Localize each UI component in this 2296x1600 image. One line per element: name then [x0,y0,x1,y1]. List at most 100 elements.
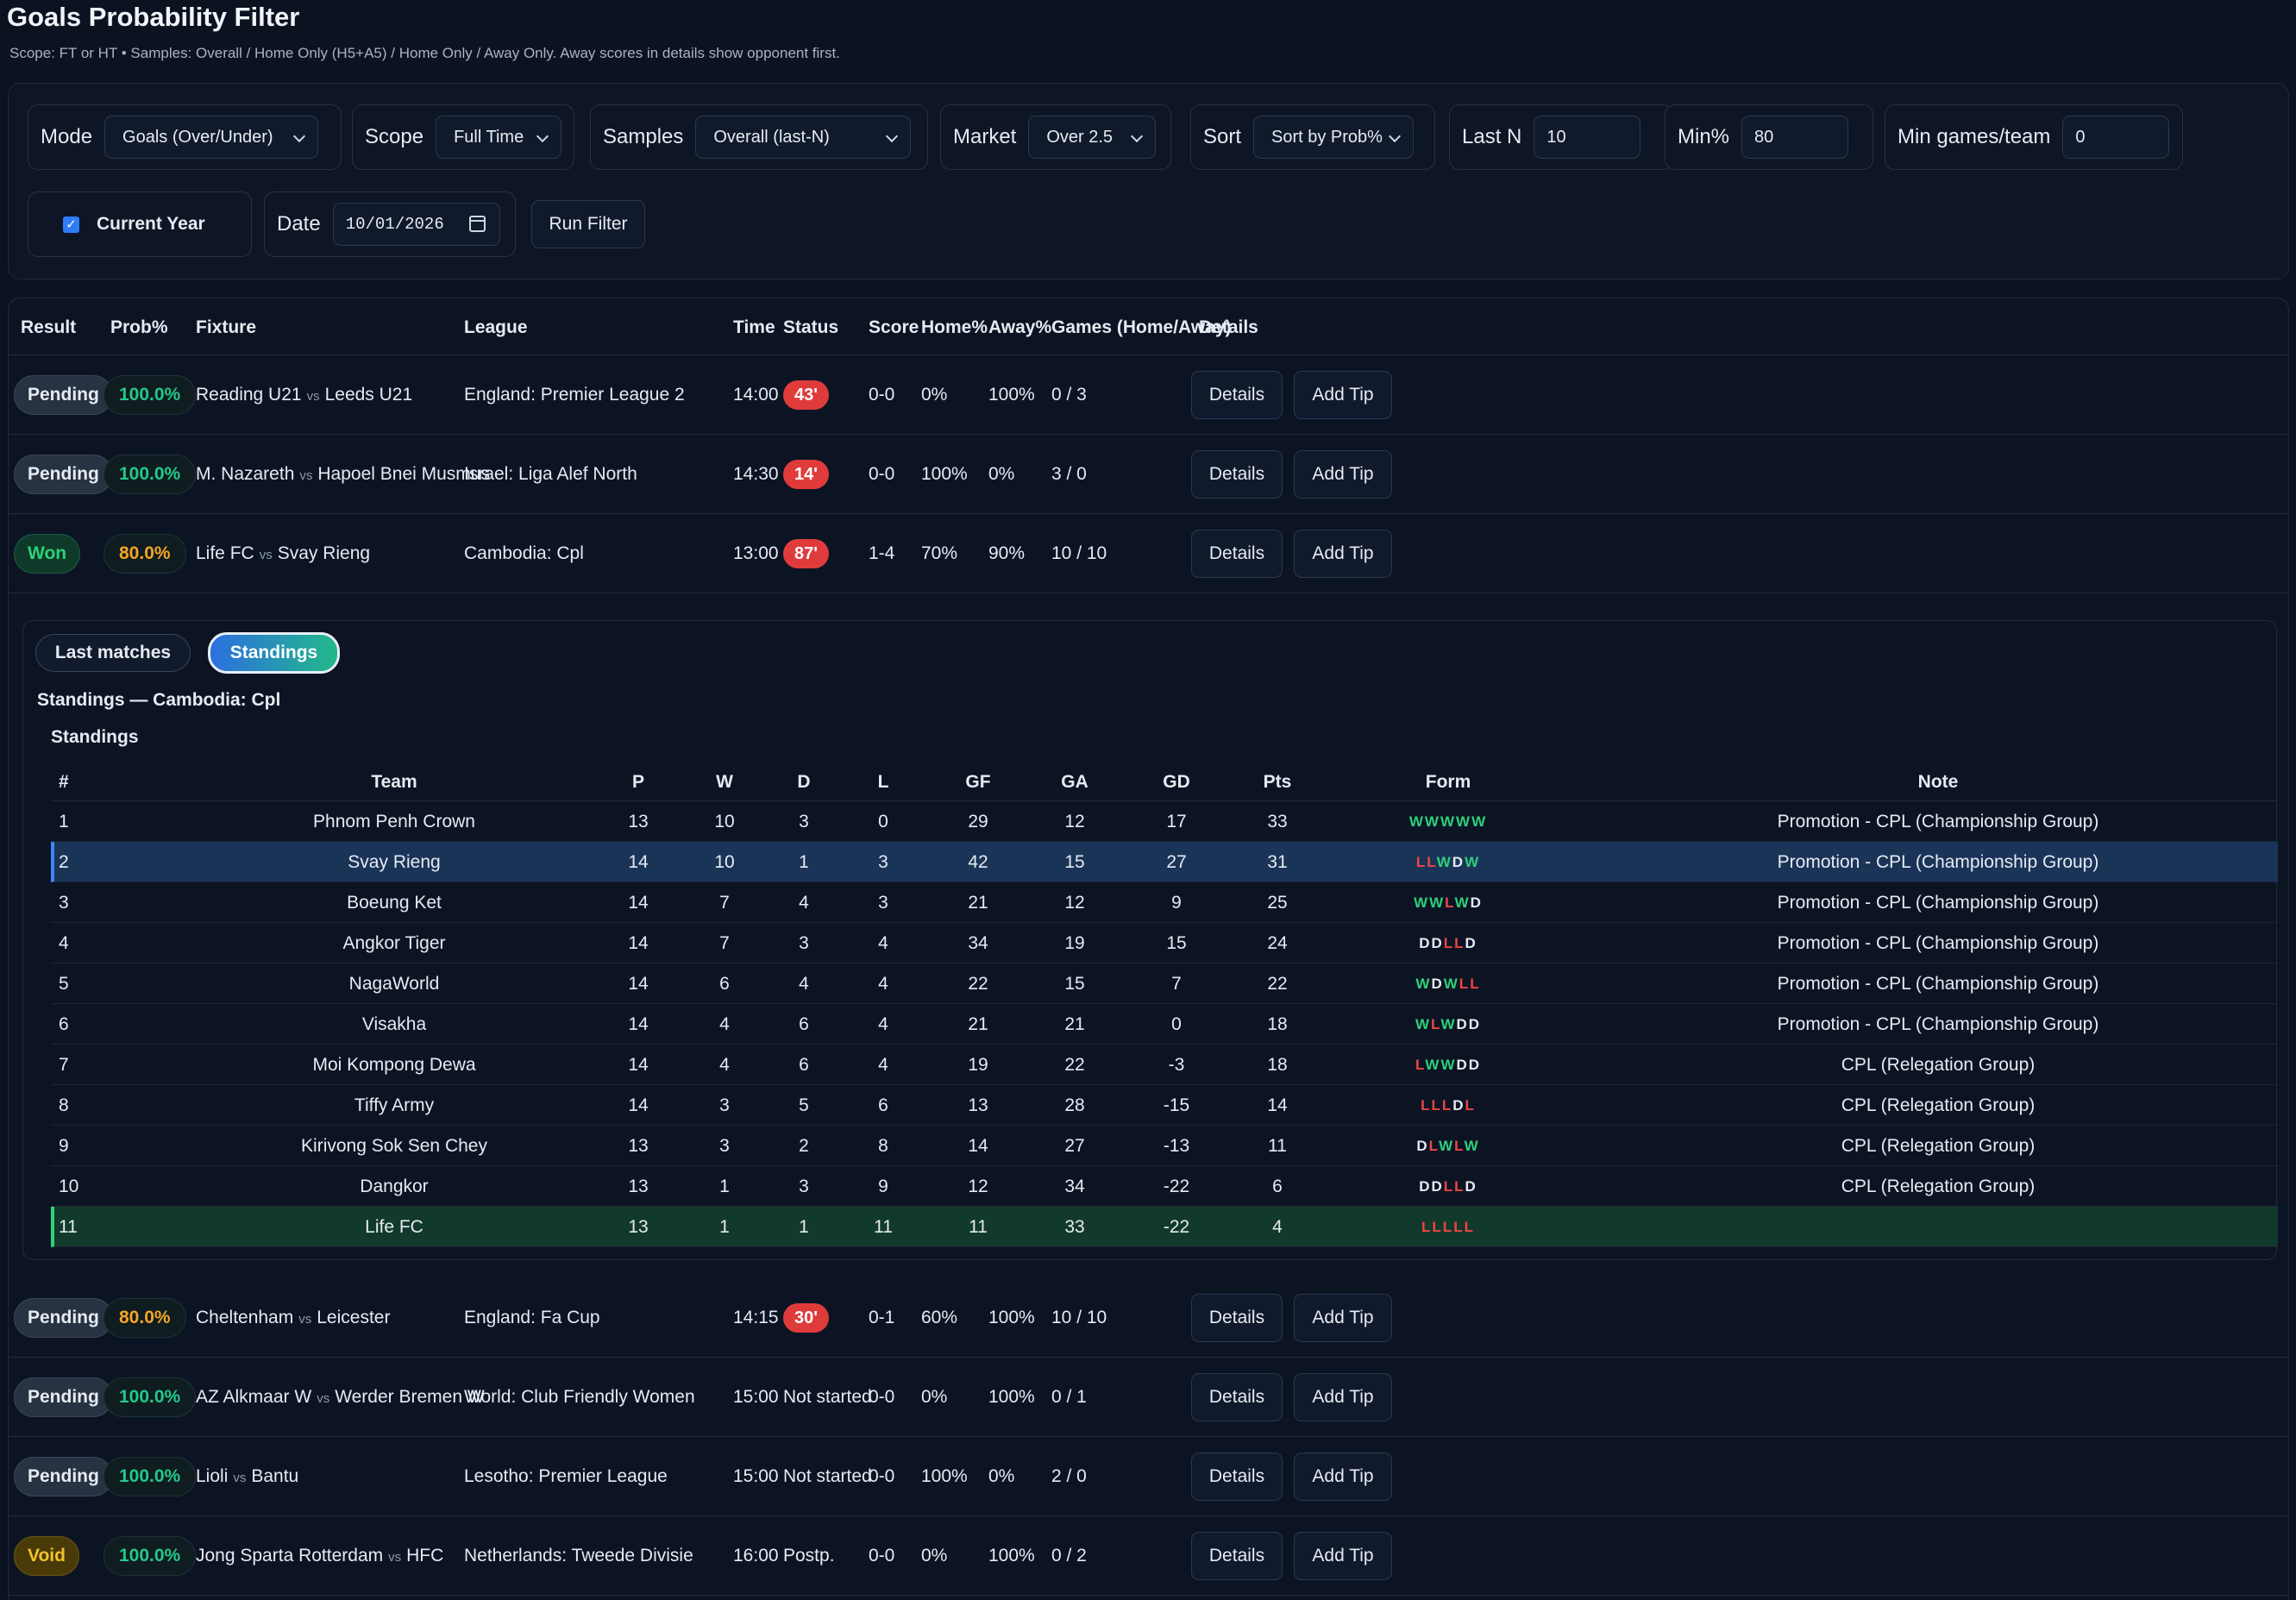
fixture-cell: Life FC vs Svay Rieng [196,514,370,593]
kickoff-time: 15:00 [733,1387,779,1407]
details-cell: Details [1191,1278,1283,1358]
chevron-down-icon [292,129,306,143]
market-select-value: Over 2.5 [1046,127,1113,147]
add-tip-button[interactable]: Add Tip [1294,1532,1392,1580]
standings-row: 5 NagaWorld 14 6 4 4 22 15 7 22 WDWLL Promotion - C… [51,963,2278,1004]
result-cell: Won [14,514,81,593]
details-button[interactable]: Details [1191,530,1283,578]
score: 0-0 [869,385,895,405]
mingames-filter: Min games/team [1885,104,2183,170]
result-cell: Void [14,1516,79,1596]
form-result: L [1427,853,1437,870]
details-button[interactable]: Details [1191,1373,1283,1421]
time-cell: 16:00 [733,1516,779,1596]
home-team: Jong Sparta Rotterdam [196,1546,384,1565]
vs-label: vs [388,1550,402,1565]
standings-d: 3 [799,1176,809,1196]
details-button[interactable]: Details [1191,450,1283,499]
minpct-input[interactable] [1741,116,1849,159]
standings-pts: 31 [1267,851,1288,872]
mingames-input[interactable] [2062,116,2170,159]
run-filter-button[interactable]: Run Filter [531,200,645,248]
standings-team: Moi Kompong Dewa [312,1054,476,1075]
result-badge: Void [14,1536,79,1576]
time-cell: 14:30 [733,435,779,514]
standings-team: NagaWorld [348,973,440,994]
result-badge: Pending [14,375,113,415]
add-tip-button[interactable]: Add Tip [1294,1294,1392,1342]
form-result: W [1424,813,1440,830]
date-label: Date [277,212,321,235]
scope-select[interactable]: Full Time [436,116,561,159]
score-cell: 0-0 [869,1358,894,1437]
standings-ga: 27 [1064,1135,1085,1156]
scope-select-value: Full Time [454,127,524,147]
form-result: L [1470,975,1481,992]
status-cell: 30' [783,1278,830,1358]
form-result: L [1431,1096,1442,1114]
standings-pos: 1 [59,811,69,831]
scope-filter: Scope Full Time [352,104,574,170]
tab-last-matches[interactable]: Last matches [35,634,191,672]
standings-w: 10 [714,811,735,831]
standings-note: Promotion - CPL (Championship Group) [1777,1013,2099,1034]
standings-pts: 33 [1267,811,1288,831]
current-year-checkbox[interactable]: ✓ [63,216,79,233]
page-title: Goals Probability Filter [7,2,300,32]
add-tip-button[interactable]: Add Tip [1294,371,1392,419]
details-button[interactable]: Details [1191,371,1283,419]
home-pct: 0% [921,1546,948,1565]
form-result: L [1454,1177,1465,1195]
form-result: W [1440,813,1457,830]
standings-form: WDWLL [1415,963,1480,1004]
away-pct: 100% [988,1546,1035,1565]
sort-select-value: Sort by Prob% [1271,127,1383,147]
form-result: W [1440,1056,1457,1073]
games-cell: 0 / 3 [1051,355,1087,435]
column-header: Details [1199,317,1258,337]
fixture-cell: Jong Sparta Rotterdam vs HFC [196,1516,443,1596]
kickoff-time: 16:00 [733,1546,779,1565]
status-cell: 87' [783,514,830,593]
calendar-icon[interactable] [468,216,486,232]
add-tip-button[interactable]: Add Tip [1294,1373,1392,1421]
details-button[interactable]: Details [1191,1453,1283,1501]
tab-standings[interactable]: Standings [208,632,340,674]
table-header: Result Prob% Fixture League Time Status Score H… [9,298,2288,355]
vs-label: vs [233,1471,247,1485]
form-result: W [1436,853,1452,870]
form-result: D [1468,1056,1482,1073]
details-button[interactable]: Details [1191,1294,1283,1342]
column-header: League [464,317,528,337]
probability-badge: 80.0% [104,1298,186,1338]
standings-p: 14 [628,1054,649,1075]
date-input[interactable]: 10/01/2026 [332,203,500,246]
standings-l: 4 [878,973,888,994]
market-select[interactable]: Over 2.5 [1028,116,1157,159]
add-tip-cell: Add Tip [1294,1516,1392,1596]
standings-l: 4 [878,1054,888,1075]
sort-select[interactable]: Sort by Prob% [1253,116,1415,159]
result-badge: Pending [14,1377,113,1417]
details-button[interactable]: Details [1191,1532,1283,1580]
column-header: Home% [921,317,988,337]
prob-cell: 100.0% [104,355,197,435]
standings-gf: 21 [968,1013,988,1034]
add-tip-button[interactable]: Add Tip [1294,1453,1392,1501]
standings-team: Visakha [361,1013,427,1034]
lastn-input[interactable] [1534,116,1641,159]
samples-select[interactable]: Overall (last-N) [695,116,912,159]
form-result: W [1439,1137,1455,1154]
standings-column-header: GF [965,772,991,792]
result-badge: Won [14,534,81,574]
standings-w: 4 [719,1013,730,1034]
form-result: L [1454,1137,1465,1154]
standings-row: 10 Dangkor 13 1 3 9 12 34 -22 6 DDLLD CPL (Relegati… [51,1166,2278,1207]
fixture-cell: Lioli vs Bantu [196,1437,298,1516]
result-cell: Pending [14,1358,113,1437]
add-tip-button[interactable]: Add Tip [1294,450,1392,499]
scope-label: Scope [365,125,424,148]
mode-select[interactable]: Goals (Over/Under) [104,116,319,159]
add-tip-button[interactable]: Add Tip [1294,530,1392,578]
standings-gf: 42 [968,851,988,872]
